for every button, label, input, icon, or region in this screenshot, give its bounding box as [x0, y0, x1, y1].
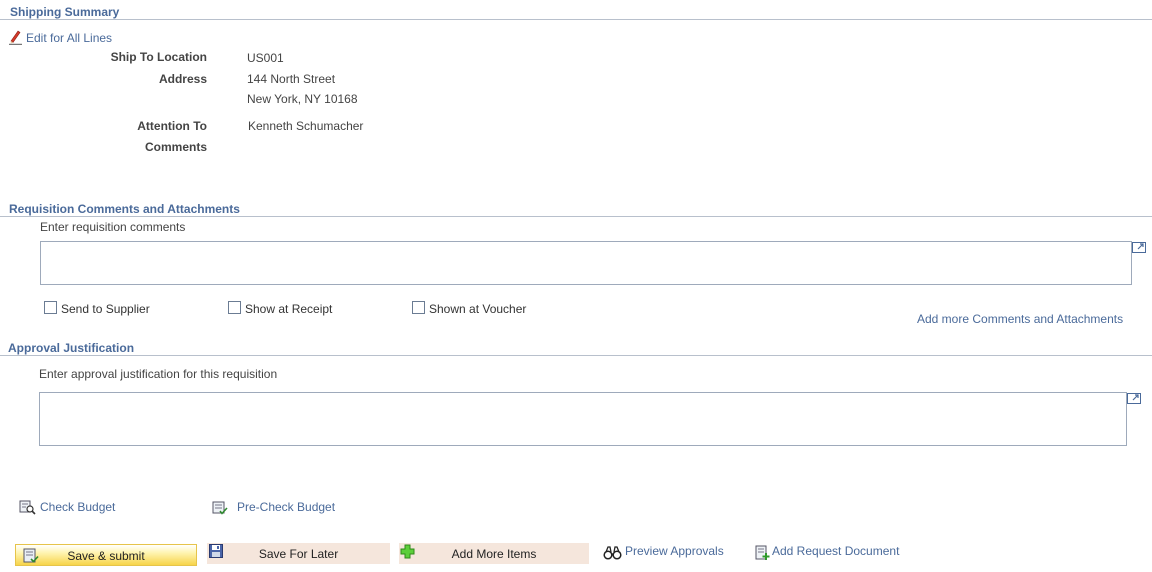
approval-justification-input[interactable]: [39, 392, 1127, 446]
attention-value: Kenneth Schumacher: [248, 119, 364, 133]
shown-at-voucher-label: Shown at Voucher: [429, 302, 527, 316]
show-at-receipt-label: Show at Receipt: [245, 302, 333, 316]
save-for-later-button[interactable]: Save For Later: [207, 543, 390, 564]
save-submit-button[interactable]: Save & submit: [15, 544, 197, 566]
expand-icon[interactable]: [1127, 392, 1142, 405]
shipping-summary-title: Shipping Summary: [10, 5, 120, 19]
comments-label: Comments: [144, 140, 207, 154]
approval-prompt: Enter approval justification for this re…: [39, 367, 278, 381]
add-document-icon: [755, 545, 772, 561]
add-more-items-label: Add More Items: [451, 547, 537, 561]
precheck-budget-icon: [212, 500, 229, 516]
req-comments-title: Requisition Comments and Attachments: [9, 202, 240, 216]
attention-label: Attention To: [137, 119, 207, 133]
address-line2: New York, NY 10168: [247, 92, 358, 106]
section-divider: [0, 216, 1152, 217]
req-comments-input[interactable]: [40, 241, 1132, 285]
save-for-later-label: Save For Later: [258, 547, 339, 561]
pencil-icon: [8, 29, 24, 45]
add-more-comments-link[interactable]: Add more Comments and Attachments: [917, 312, 1123, 326]
section-divider: [0, 355, 1152, 356]
shown-at-voucher-checkbox[interactable]: [412, 301, 425, 314]
show-at-receipt-checkbox[interactable]: [228, 301, 241, 314]
address-line1: 144 North Street: [247, 72, 336, 86]
address-label: Address: [158, 72, 207, 86]
req-comments-prompt: Enter requisition comments: [40, 220, 186, 234]
check-budget-icon: [19, 499, 36, 515]
binoculars-icon: [603, 546, 622, 560]
check-budget-label[interactable]: Check Budget: [40, 500, 115, 514]
approval-justification-title: Approval Justification: [8, 341, 135, 355]
precheck-budget-label[interactable]: Pre-Check Budget: [237, 500, 335, 514]
preview-approvals-label[interactable]: Preview Approvals: [625, 544, 724, 558]
ship-to-label: Ship To Location: [110, 50, 207, 64]
save-submit-label: Save & submit: [67, 549, 145, 563]
send-to-supplier-label: Send to Supplier: [61, 302, 150, 316]
ship-to-value: US001: [247, 51, 284, 65]
add-request-document-label[interactable]: Add Request Document: [772, 544, 899, 558]
expand-icon[interactable]: [1132, 241, 1147, 254]
edit-all-lines-label[interactable]: Edit for All Lines: [26, 31, 112, 45]
send-to-supplier-checkbox[interactable]: [44, 301, 57, 314]
section-divider: [0, 19, 1152, 20]
add-more-items-button[interactable]: Add More Items: [399, 543, 589, 564]
